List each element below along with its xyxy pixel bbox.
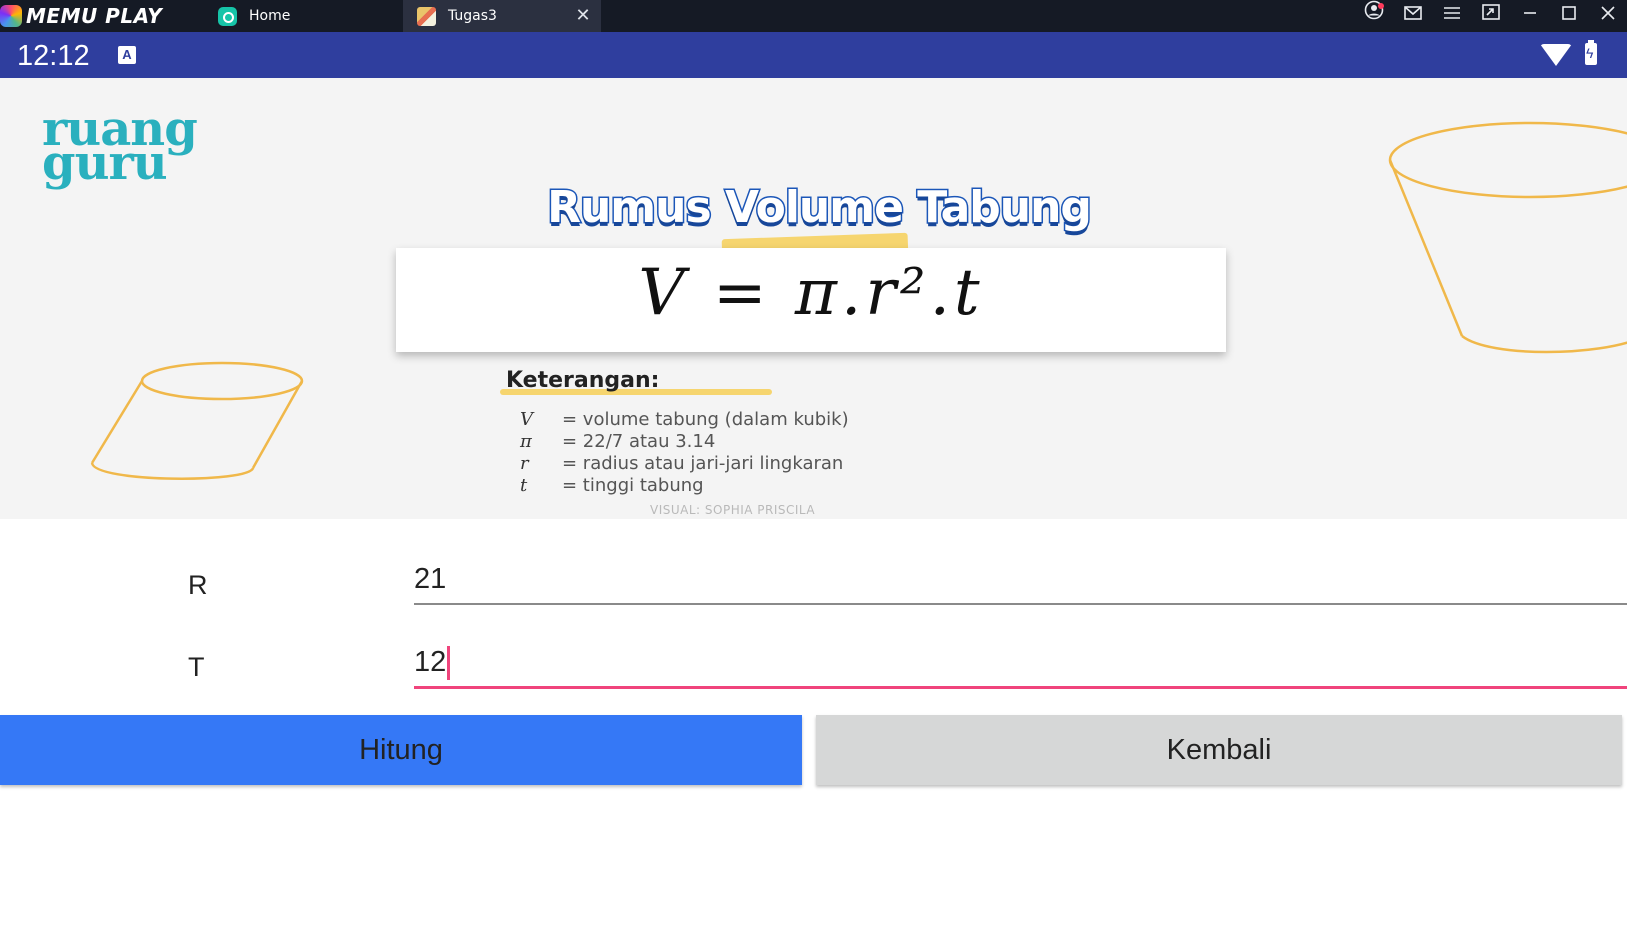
- android-status-bar: 12:12 A: [0, 32, 1627, 78]
- keterangan-text: = volume tabung (dalam kubik): [562, 409, 849, 430]
- emulator-title-bar: MEMU PLAY Home Tugas3 ✕: [0, 0, 1627, 32]
- status-clock: 12:12: [17, 40, 90, 72]
- t-input-value-wrap: 12: [414, 646, 451, 681]
- tab-home[interactable]: Home: [218, 0, 398, 32]
- keterangan-symbol: V: [520, 409, 533, 430]
- text-caret: [447, 646, 451, 681]
- tab-tugas3[interactable]: Tugas3 ✕: [403, 0, 601, 32]
- keterangan-symbol: r: [520, 453, 529, 474]
- memu-logo-icon: [0, 5, 22, 27]
- tab-close-icon[interactable]: ✕: [573, 6, 593, 26]
- tab-tugas3-label: Tugas3: [448, 8, 497, 24]
- keterangan-item: π = 22/7 atau 3.14: [520, 431, 715, 452]
- screen-icon[interactable]: [1471, 0, 1510, 32]
- minimize-icon[interactable]: [1510, 0, 1549, 32]
- banner-headline: Rumus Volume Tabung: [546, 181, 1094, 235]
- t-input[interactable]: 12: [414, 642, 1627, 689]
- close-icon[interactable]: [1588, 0, 1627, 32]
- t-input-value: 12: [414, 646, 447, 678]
- tab-home-label: Home: [249, 8, 291, 24]
- home-app-icon: [218, 6, 237, 26]
- notification-a-icon: A: [118, 46, 136, 64]
- formula-text: V = π.r².t: [638, 256, 984, 330]
- account-icon[interactable]: [1354, 0, 1393, 32]
- r-input[interactable]: 21: [414, 559, 1627, 605]
- keterangan-symbol: π: [520, 431, 532, 452]
- wifi-icon: [1540, 44, 1572, 66]
- battery-charging-icon: [1585, 40, 1597, 65]
- window-controls: [1354, 0, 1627, 32]
- image-credit: VISUAL: SOPHIA PRISCILA: [650, 503, 816, 517]
- hitung-button[interactable]: Hitung: [0, 715, 802, 785]
- keterangan-item: r = radius atau jari-jari lingkaran: [520, 453, 843, 474]
- r-label: R: [188, 570, 208, 600]
- mail-icon[interactable]: [1393, 0, 1432, 32]
- maximize-icon[interactable]: [1549, 0, 1588, 32]
- keterangan-text: = 22/7 atau 3.14: [562, 431, 716, 452]
- keterangan-title: Keterangan:: [506, 368, 660, 393]
- ruangguru-logo: ruang guru: [42, 105, 198, 187]
- formula-card: V = π.r².t: [396, 248, 1226, 352]
- t-label: T: [188, 652, 205, 682]
- keterangan-item: t = tinggi tabung: [520, 475, 704, 496]
- memu-brand-text: MEMU PLAY: [26, 4, 163, 28]
- tugas3-app-icon: [417, 6, 436, 26]
- kembali-button[interactable]: Kembali: [816, 715, 1622, 785]
- rumus-banner-image: ruang guru Rumus Volume Tabung V = π.r².…: [0, 78, 1627, 519]
- keterangan-item: V = volume tabung (dalam kubik): [520, 409, 849, 430]
- menu-icon[interactable]: [1432, 0, 1471, 32]
- memu-logo: MEMU PLAY: [0, 0, 162, 32]
- keterangan-text: = tinggi tabung: [562, 475, 704, 496]
- r-input-value: 21: [414, 563, 447, 595]
- keterangan-text: = radius atau jari-jari lingkaran: [562, 453, 844, 474]
- keterangan-symbol: t: [520, 475, 528, 496]
- notification-dot: [1378, 3, 1384, 9]
